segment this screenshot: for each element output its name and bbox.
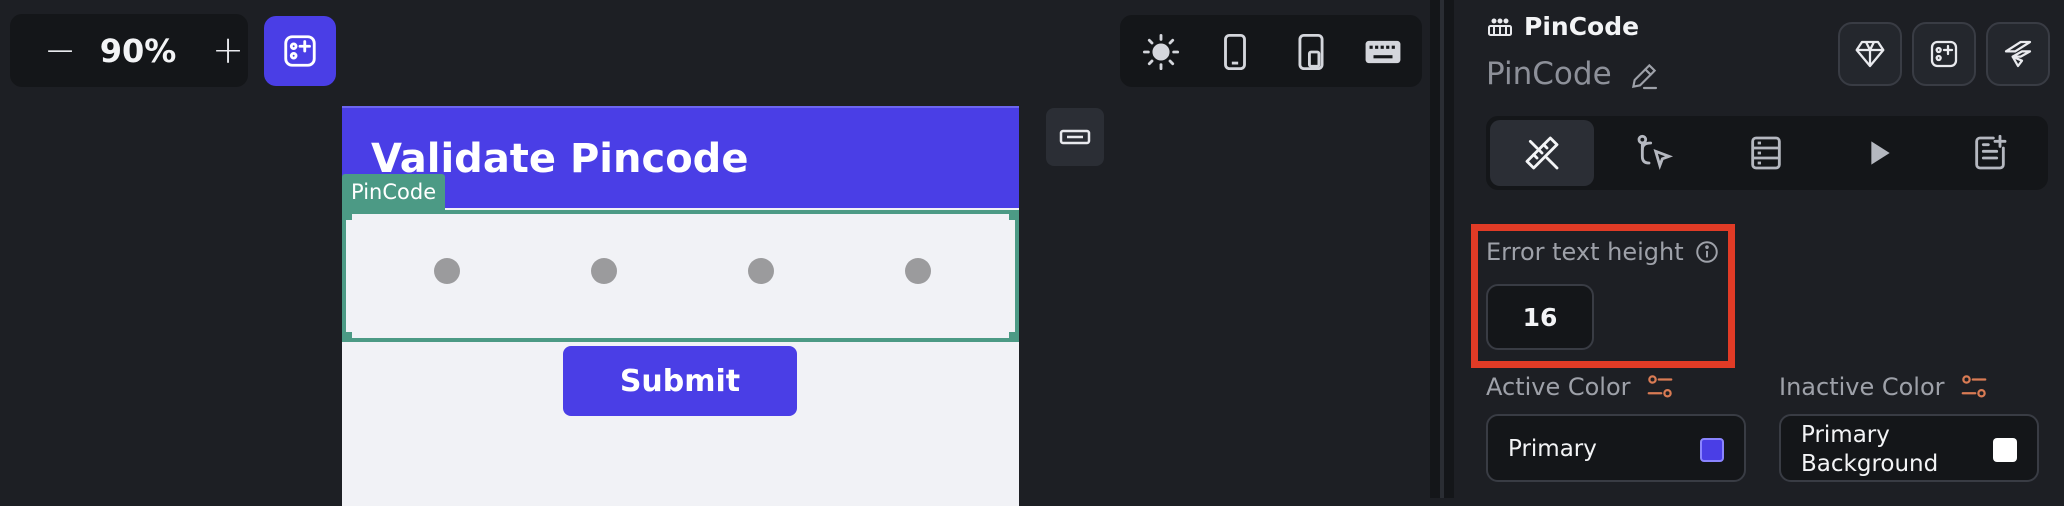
inactive-color-value-line1: Primary xyxy=(1801,422,1890,448)
inactive-color-value-line2: Background xyxy=(1801,451,1939,477)
active-color-picker[interactable]: Primary xyxy=(1486,414,1746,482)
zoom-out-button[interactable]: − xyxy=(38,28,82,72)
document-add-icon xyxy=(1975,134,2007,170)
database-icon xyxy=(1751,136,1781,170)
device-toolbar xyxy=(1120,15,1422,87)
resize-handle[interactable] xyxy=(342,332,352,342)
inactive-color-row: Inactive Color xyxy=(1779,372,1989,402)
error-text-height-label: Error text height xyxy=(1486,238,1684,266)
pin-digit-dot[interactable] xyxy=(434,258,460,284)
add-widget-panel-button[interactable] xyxy=(1912,22,1976,86)
flutterflow-button[interactable] xyxy=(1986,22,2050,86)
tablet-icon[interactable] xyxy=(1292,33,1330,71)
widget-type-label: PinCode xyxy=(1524,12,1640,41)
error-text-height-input[interactable]: 16 xyxy=(1486,284,1594,350)
properties-panel: PinCode PinCode Error text height 16 Act… xyxy=(1454,0,2064,498)
phone-preview: Validate Pincode PinCode Submit xyxy=(342,106,1019,506)
resize-handle[interactable] xyxy=(1009,210,1019,220)
play-icon xyxy=(1871,141,1890,165)
pin-digit-dot[interactable] xyxy=(905,258,931,284)
design-tools-icon xyxy=(1525,136,1559,170)
inactive-color-swatch xyxy=(1993,438,2017,462)
keyboard-icon xyxy=(1059,129,1091,145)
zoom-level[interactable]: 90% xyxy=(90,32,186,70)
inactive-color-picker[interactable]: Primary Background xyxy=(1779,414,2039,482)
widget-name-label[interactable]: PinCode xyxy=(1486,56,1612,92)
sun-icon[interactable] xyxy=(1142,33,1180,71)
add-widget-button[interactable] xyxy=(264,16,336,86)
active-color-value: Primary xyxy=(1508,436,1597,462)
tab-backend-query[interactable] xyxy=(1714,120,1818,186)
theme-settings-icon[interactable] xyxy=(1645,372,1675,402)
zoom-toolbar: − 90% + xyxy=(10,14,248,87)
add-widget-icon xyxy=(1930,40,1958,68)
mobile-icon[interactable] xyxy=(1216,33,1254,71)
tab-animations[interactable] xyxy=(1826,120,1930,186)
submit-button[interactable]: Submit xyxy=(563,346,797,416)
zoom-in-button[interactable]: + xyxy=(206,28,250,72)
upgrade-button[interactable] xyxy=(1838,22,1902,86)
pin-digit-dot[interactable] xyxy=(591,258,617,284)
error-text-height-row: Error text height xyxy=(1486,238,1720,266)
tab-documentation[interactable] xyxy=(1938,120,2042,186)
widget-header: PinCode xyxy=(1486,12,1639,41)
pincode-widget[interactable] xyxy=(342,210,1019,342)
active-color-label: Active Color xyxy=(1486,373,1631,401)
edit-icon[interactable] xyxy=(1628,60,1660,92)
panel-divider[interactable] xyxy=(1430,0,1454,498)
active-color-row: Active Color xyxy=(1486,372,1675,402)
info-icon[interactable] xyxy=(1694,239,1720,265)
theme-settings-icon[interactable] xyxy=(1959,372,1989,402)
tab-actions[interactable] xyxy=(1602,120,1706,186)
pincode-widget-icon xyxy=(1488,18,1512,36)
inactive-color-label: Inactive Color xyxy=(1779,373,1945,401)
keyboard-icon[interactable] xyxy=(1364,33,1402,71)
diamond-icon xyxy=(1855,40,1885,68)
tab-properties[interactable] xyxy=(1490,120,1594,186)
actions-icon xyxy=(1637,134,1674,170)
flutterflow-logo-icon xyxy=(2004,40,2032,68)
active-color-swatch xyxy=(1700,438,1724,462)
resize-handle[interactable] xyxy=(1009,332,1019,342)
resize-handle[interactable] xyxy=(342,210,352,220)
panel-tabs xyxy=(1486,116,2048,190)
add-widget-icon xyxy=(284,35,316,67)
selection-tag: PinCode xyxy=(342,174,446,210)
keyboard-toggle-button[interactable] xyxy=(1046,108,1104,166)
pin-digit-dot[interactable] xyxy=(748,258,774,284)
